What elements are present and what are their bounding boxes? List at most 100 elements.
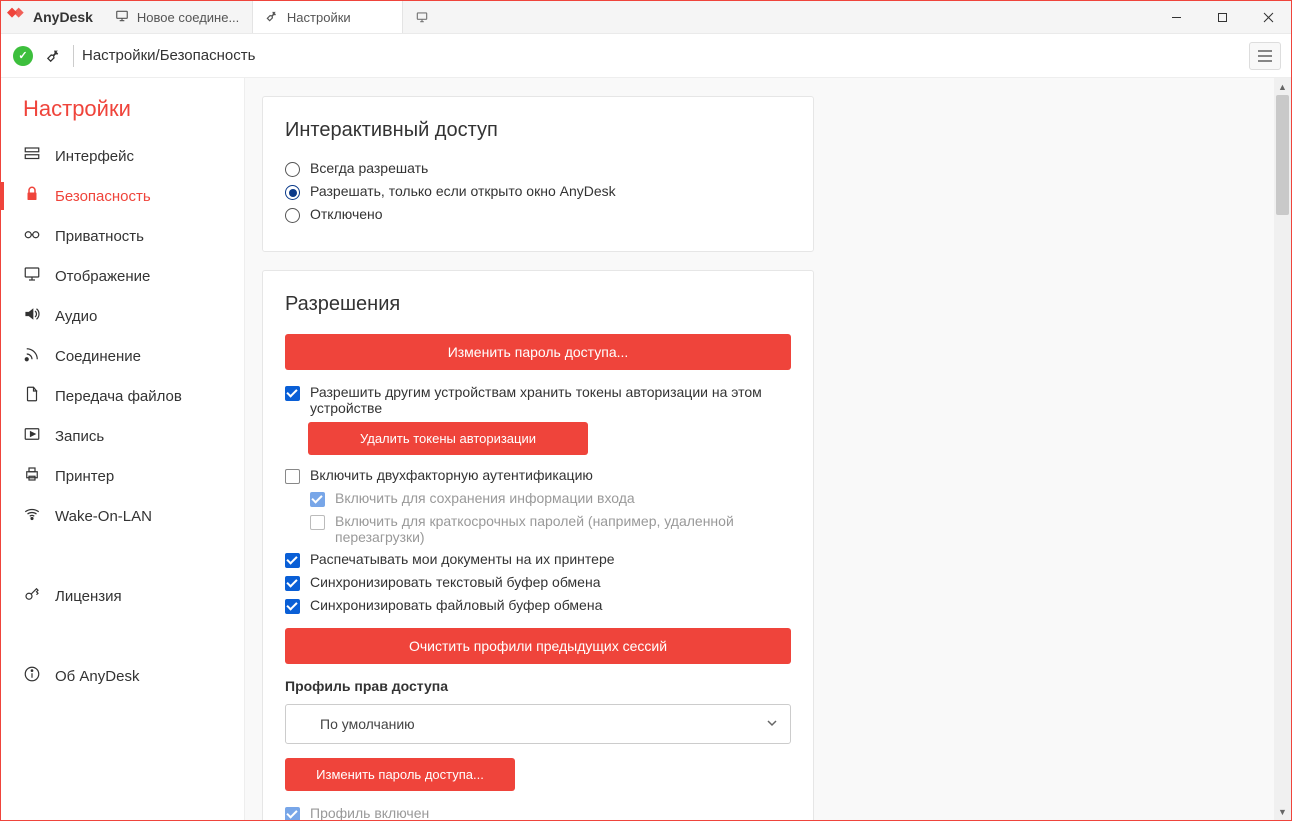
radio-allow-if-open[interactable]: Разрешать, только если открыто окно AnyD… [285,183,791,200]
anydesk-logo-icon [7,6,33,29]
close-button[interactable] [1245,1,1291,33]
sidebar-item-label: Запись [55,428,104,445]
sidebar-item-privacy[interactable]: Приватность [1,216,244,256]
delete-tokens-button[interactable]: Удалить токены авторизации [308,422,588,455]
radio-always-allow[interactable]: Всегда разрешать [285,160,791,177]
scroll-up-icon[interactable]: ▲ [1274,78,1291,95]
sidebar-item-label: Принтер [55,468,114,485]
check-print-remote[interactable]: Распечатывать мои документы на их принте… [285,551,791,568]
radio-disabled[interactable]: Отключено [285,206,791,223]
scrollbar[interactable]: ▲ ▼ [1274,78,1291,820]
tab-new-connection[interactable]: Новое соедине... [103,1,253,33]
file-icon [23,385,55,407]
window-controls [1153,1,1291,33]
key-icon [23,585,55,607]
lock-icon [23,185,55,207]
profile-label: Профиль прав доступа [285,678,791,694]
printer-icon [23,465,55,487]
sidebar-title: Настройки [1,96,244,136]
card-permissions: Разрешения Изменить пароль доступа... Ра… [262,270,814,820]
radio-icon [285,208,300,223]
checkbox-icon [285,553,300,568]
checkbox-label: Разрешить другим устройствам хранить ток… [310,384,791,416]
sidebar-item-display[interactable]: Отображение [1,256,244,296]
maximize-button[interactable] [1199,1,1245,33]
check-sync-text-clipboard[interactable]: Синхронизировать текстовый буфер обмена [285,574,791,591]
scroll-down-icon[interactable]: ▼ [1274,803,1291,820]
sidebar-item-about[interactable]: Об AnyDesk [1,656,244,696]
sidebar-item-label: Аудио [55,308,97,325]
sidebar-item-security[interactable]: Безопасность [1,176,244,216]
interface-icon [23,145,55,167]
connection-icon [23,345,55,367]
profile-select[interactable]: По умолчанию [285,704,791,744]
sidebar-item-label: Приватность [55,228,144,245]
radio-label: Разрешать, только если открыто окно AnyD… [310,183,616,199]
checkbox-icon [285,386,300,401]
content-area: Интерактивный доступ Всегда разрешать Ра… [244,78,1274,820]
sidebar-item-label: Соединение [55,348,141,365]
sidebar-item-label: Отображение [55,268,150,285]
sidebar-item-wol[interactable]: Wake-On-LAN [1,496,244,536]
card-interactive-access: Интерактивный доступ Всегда разрешать Ра… [262,96,814,252]
change-password-button-small[interactable]: Изменить пароль доступа... [285,758,515,791]
monitor-icon [115,9,137,26]
check-2fa-save-login: Включить для сохранения информации входа [310,490,791,507]
breadcrumb: Настройки/Безопасность [82,47,255,64]
app-brand: AnyDesk [1,1,103,33]
sidebar-item-license[interactable]: Лицензия [1,576,244,616]
checkbox-label: Включить двухфакторную аутентификацию [310,467,593,483]
status-ok-icon: ✓ [13,46,33,66]
card-title: Разрешения [285,293,791,316]
card-title: Интерактивный доступ [285,119,791,142]
chevron-down-icon [766,716,778,732]
settings-icon[interactable] [33,47,73,64]
monitor-icon [23,265,55,287]
checkbox-icon [285,807,300,820]
sidebar-item-label: Об AnyDesk [55,668,139,685]
address-row: ✓ Настройки/Безопасность [1,34,1291,78]
sidebar-item-label: Wake-On-LAN [55,508,152,525]
sidebar-item-file-transfer[interactable]: Передача файлов [1,376,244,416]
sidebar-item-interface[interactable]: Интерфейс [1,136,244,176]
check-sync-file-clipboard[interactable]: Синхронизировать файловый буфер обмена [285,597,791,614]
menu-button[interactable] [1249,42,1281,70]
checkbox-icon [285,469,300,484]
sidebar-item-recording[interactable]: Запись [1,416,244,456]
sidebar-item-audio[interactable]: Аудио [1,296,244,336]
check-profile-enabled: Профиль включен [285,805,791,820]
change-password-button[interactable]: Изменить пароль доступа... [285,334,791,370]
checkbox-label: Включить для сохранения информации входа [335,490,635,506]
sidebar-item-connection[interactable]: Соединение [1,336,244,376]
wifi-icon [23,505,55,527]
radio-label: Отключено [310,206,383,222]
checkbox-label: Синхронизировать текстовый буфер обмена [310,574,601,590]
app-name: AnyDesk [33,9,93,25]
checkbox-icon [285,599,300,614]
scroll-thumb[interactable] [1276,95,1289,215]
title-bar: AnyDesk Новое соедине... Настройки [1,1,1291,34]
glasses-icon [23,225,55,247]
tab-settings[interactable]: Настройки [253,1,403,33]
select-value: По умолчанию [320,716,415,732]
check-2fa-short-pw: Включить для краткосрочных паролей (напр… [310,513,791,545]
new-tab-button[interactable] [403,1,441,33]
info-icon [23,665,55,687]
check-2fa[interactable]: Включить двухфакторную аутентификацию [285,467,791,484]
sidebar-item-label: Интерфейс [55,148,134,165]
divider [73,45,74,67]
check-allow-tokens[interactable]: Разрешить другим устройствам хранить ток… [285,384,791,416]
tab-label: Настройки [287,10,351,25]
radio-label: Всегда разрешать [310,160,428,176]
checkbox-icon [310,515,325,530]
audio-icon [23,305,55,327]
checkbox-icon [310,492,325,507]
minimize-button[interactable] [1153,1,1199,33]
sidebar-item-printer[interactable]: Принтер [1,456,244,496]
tab-label: Новое соедине... [137,10,239,25]
checkbox-label: Профиль включен [310,805,429,820]
scroll-track[interactable] [1274,95,1291,803]
clear-profiles-button[interactable]: Очистить профили предыдущих сессий [285,628,791,664]
radio-icon [285,162,300,177]
sidebar-item-label: Безопасность [55,188,151,205]
